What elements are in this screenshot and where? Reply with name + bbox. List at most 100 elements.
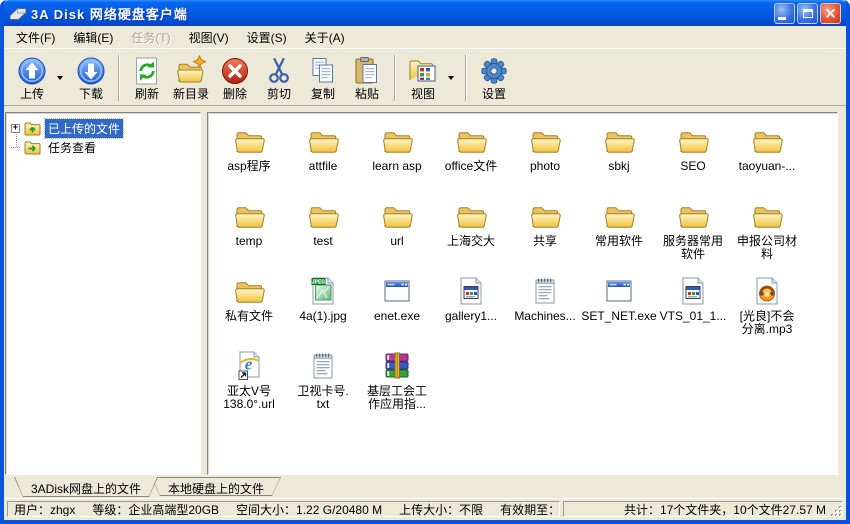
folder-icon — [455, 125, 487, 157]
file-item[interactable]: 上海交大 — [434, 198, 508, 270]
folder-icon — [233, 125, 265, 157]
toolbar-button-label: 新目录 — [173, 88, 209, 101]
menu-item[interactable]: 设置(S) — [238, 26, 296, 49]
file-item[interactable]: 共享 — [508, 198, 582, 270]
text-icon — [529, 275, 561, 307]
tree-item[interactable]: + 已上传的文件 — [6, 119, 200, 138]
refresh-button[interactable]: 刷新 — [125, 52, 169, 104]
statusbar: 用户：zhgx 等级：企业高端型20GB 空间大小：1.22 G/20480 M 上传… — [4, 498, 846, 520]
file-item[interactable]: Machines... — [508, 273, 582, 345]
window-controls: × — [774, 3, 841, 24]
view-icon — [407, 55, 439, 87]
delete-button[interactable]: 删除 — [213, 52, 257, 104]
settings-button[interactable]: 设置 — [472, 52, 516, 104]
file-name: attfile — [309, 160, 338, 173]
resize-grip-icon[interactable] — [830, 505, 843, 517]
rar-icon — [381, 350, 413, 382]
file-name: office文件 — [445, 160, 497, 173]
caret-down-icon — [448, 76, 454, 83]
maximize-button[interactable] — [797, 3, 818, 24]
paste-button[interactable]: 粘贴 — [345, 52, 389, 104]
file-item[interactable]: 服务器常用 软件 — [656, 198, 730, 270]
tree-item[interactable]: 任务查看 — [6, 138, 200, 157]
copy-button[interactable]: 复制 — [301, 52, 345, 104]
file-item[interactable]: sbkj — [582, 123, 656, 195]
cut-icon — [263, 55, 295, 87]
file-item[interactable]: url — [360, 198, 434, 270]
file-name: learn asp — [372, 160, 421, 173]
folder-icon — [381, 200, 413, 232]
app-window: 3A Disk 网络硬盘客户端 × 文件(F)编辑(E)任务(T)视图(V)设置… — [0, 0, 850, 524]
folder-icon — [677, 125, 709, 157]
file-item[interactable]: office文件 — [434, 123, 508, 195]
file-item[interactable]: temp — [212, 198, 286, 270]
folder-icon — [233, 275, 265, 307]
tree-item-label: 已上传的文件 — [45, 119, 123, 138]
toolbar-button-label: 刷新 — [135, 88, 159, 101]
file-item[interactable]: 基层工会工 作应用指... — [360, 348, 434, 420]
close-button[interactable]: × — [820, 3, 841, 24]
status-field: 上传大小：不限 — [399, 501, 483, 517]
tab-remote-files[interactable]: 3ADisk网盘上的文件 — [14, 477, 158, 497]
folder-tree[interactable]: + 已上传的文件 任务查看 — [5, 112, 201, 475]
minimize-icon — [778, 17, 786, 20]
upload-button[interactable]: 上传 — [10, 52, 54, 104]
file-item[interactable]: photo — [508, 123, 582, 195]
file-item[interactable]: attfile — [286, 123, 360, 195]
file-item[interactable]: enet.exe — [360, 273, 434, 345]
file-name: test — [313, 235, 332, 248]
file-item[interactable]: 常用软件 — [582, 198, 656, 270]
tree-connector — [11, 147, 20, 148]
menu-item[interactable]: 视图(V) — [180, 26, 238, 49]
status-field: 用户：zhgx — [14, 501, 75, 517]
file-name: 常用软件 — [595, 235, 643, 248]
file-name: sbkj — [608, 160, 629, 173]
minimize-button[interactable] — [774, 3, 795, 24]
toolbar-button-label: 删除 — [223, 88, 247, 101]
status-field: 等级：企业高端型20GB — [92, 501, 219, 517]
titlebar[interactable]: 3A Disk 网络硬盘客户端 × — [4, 0, 846, 26]
toolbar-button-label: 视图 — [411, 88, 435, 101]
file-item[interactable]: 卫视卡号. txt — [286, 348, 360, 420]
file-item[interactable]: learn asp — [360, 123, 434, 195]
dropdown-caret[interactable] — [445, 52, 457, 104]
url-icon: e — [233, 350, 265, 382]
file-item[interactable]: 申报公司材 料 — [730, 198, 804, 270]
folder-upload-icon — [24, 121, 41, 136]
file-item[interactable]: [光良]不会 分离.mp3 — [730, 273, 804, 345]
file-item[interactable]: 私有文件 — [212, 273, 286, 345]
file-name: VTS_01_1... — [660, 310, 727, 323]
file-name: temp — [236, 235, 263, 248]
tab-local-files[interactable]: 本地硬盘上的文件 — [151, 477, 281, 496]
file-name: SEO — [680, 160, 705, 173]
file-item[interactable]: e 亚太V号 138.0°.url — [212, 348, 286, 420]
file-item[interactable]: SET_NET.exe — [582, 273, 656, 345]
status-field: 空间大小：1.22 G/20480 M — [236, 501, 382, 517]
file-list-panel[interactable]: asp程序 attfile learn asp office文件 photo s… — [207, 112, 838, 475]
status-panel-account: 用户：zhgx 等级：企业高端型20GB 空间大小：1.22 G/20480 M 上传… — [7, 501, 560, 517]
file-item[interactable]: gallery1... — [434, 273, 508, 345]
toolbar-separator — [118, 55, 120, 101]
menu-item[interactable]: 编辑(E) — [64, 26, 122, 49]
view-button[interactable]: 视图 — [401, 52, 445, 104]
cut-button[interactable]: 剪切 — [257, 52, 301, 104]
file-name: 亚太V号 138.0°.url — [223, 385, 275, 411]
new-folder-button[interactable]: 新目录 — [169, 52, 213, 104]
menu-item[interactable]: 关于(A) — [296, 26, 354, 49]
toolbar-button-label: 剪切 — [267, 88, 291, 101]
content-area: + 已上传的文件 任务查看 asp程序 attfile learn asp of… — [4, 106, 846, 477]
settings-icon — [478, 55, 510, 87]
menu-item[interactable]: 文件(F) — [7, 26, 64, 49]
file-name: taoyuan-... — [739, 160, 796, 173]
file-item[interactable]: JPEG4a(1).jpg — [286, 273, 360, 345]
file-item[interactable]: taoyuan-... — [730, 123, 804, 195]
file-item[interactable]: SEO — [656, 123, 730, 195]
file-item[interactable]: VTS_01_1... — [656, 273, 730, 345]
delete-icon — [219, 55, 251, 87]
file-item[interactable]: asp程序 — [212, 123, 286, 195]
dropdown-caret[interactable] — [54, 52, 66, 104]
file-item[interactable]: test — [286, 198, 360, 270]
download-button[interactable]: 下载 — [69, 52, 113, 104]
tree-expander-icon[interactable]: + — [11, 124, 20, 133]
toolbar-separator — [465, 55, 467, 101]
